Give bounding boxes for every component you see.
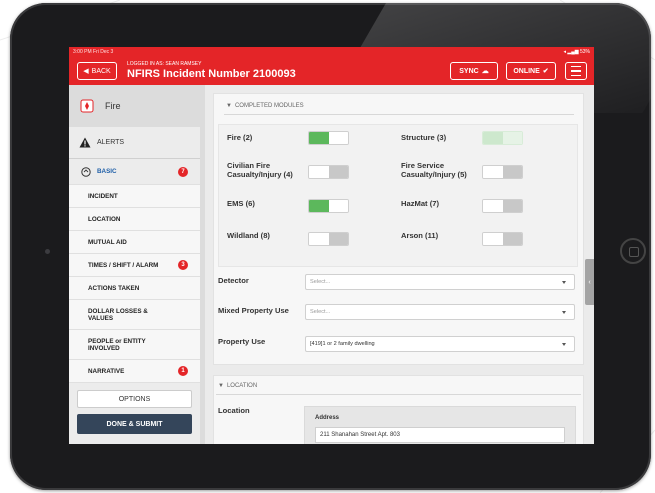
alerts-label: ALERTS <box>97 139 125 146</box>
address-label: Address <box>315 415 340 421</box>
camera <box>45 249 50 254</box>
logged-in-user: LOGGED IN AS: SEAN RAMSEY <box>127 61 202 67</box>
status-indicators: ◂ ▂▄▆ 53% <box>563 49 590 55</box>
detector-label: Detector <box>218 276 249 285</box>
app-header: 3:00 PM Fri Dec 3 ◂ ▂▄▆ 53% ◀ BACK LOGGE… <box>69 47 594 85</box>
side-panel-handle[interactable]: ‹ <box>585 259 594 305</box>
check-icon: ✔ <box>542 68 549 75</box>
toggle-fire-service-casualty[interactable] <box>482 165 523 179</box>
sidebar-item-alerts[interactable]: ALERTS <box>69 127 200 159</box>
sidebar-nav: BASIC 7 INCIDENT LOCATION MUTUAL AID TIM… <box>69 159 200 383</box>
sidebar-item-label: MUTUAL AID <box>88 238 127 246</box>
section-divider <box>216 394 581 395</box>
sync-label: SYNC <box>459 67 479 75</box>
detector-placeholder: Select... <box>310 279 331 285</box>
toggle-arson[interactable] <box>482 232 523 246</box>
app-screen: 3:00 PM Fri Dec 3 ◂ ▂▄▆ 53% ◀ BACK LOGGE… <box>69 47 594 444</box>
property-use-select[interactable]: [419]1 or 2 family dwelling <box>305 336 575 352</box>
completed-modules-title: COMPLETED MODULES <box>234 103 304 109</box>
chevron-down-icon <box>562 343 566 346</box>
modules-card: ▼ COMPLETED MODULES Fire (2) Structure (… <box>213 93 584 365</box>
done-submit-button[interactable]: DONE & SUBMIT <box>77 414 192 434</box>
address-box: Address 211 Shanahan Street Apt. 803 <box>304 406 576 444</box>
completed-modules-header[interactable]: ▼ COMPLETED MODULES <box>226 103 304 109</box>
module-label-hazmat: HazMat (7) <box>401 199 439 208</box>
module-label-civilian-casualty: Civilian Fire Casualty/Injury (4) <box>227 161 293 179</box>
section-divider <box>224 114 574 115</box>
warning-icon <box>79 137 91 148</box>
module-name: Fire <box>105 101 121 111</box>
basic-label: BASIC <box>97 168 117 175</box>
mixed-property-select[interactable]: Select... <box>305 304 575 320</box>
collapse-triangle-icon: ▼ <box>218 383 224 389</box>
sidebar-item-times-shift-alarm[interactable]: TIMES / SHIFT / ALARM 3 <box>69 254 200 277</box>
toggle-civilian-casualty[interactable] <box>308 165 349 179</box>
sidebar-item-label: PEOPLE or ENTITY INVOLVED <box>88 337 146 352</box>
sidebar-item-label: ACTIONS TAKEN <box>88 284 140 292</box>
collapse-triangle-icon: ▼ <box>226 103 232 109</box>
chevron-left-icon: ‹ <box>588 278 591 286</box>
toggle-ems[interactable] <box>308 199 349 213</box>
main-content: ▼ COMPLETED MODULES Fire (2) Structure (… <box>200 85 594 444</box>
times-badge: 3 <box>178 260 188 270</box>
location-section-title: LOCATION <box>226 383 258 389</box>
toggle-structure[interactable] <box>482 131 523 145</box>
module-label-structure: Structure (3) <box>401 133 447 142</box>
sidebar-item-mutual-aid[interactable]: MUTUAL AID <box>69 231 200 254</box>
sidebar-item-actions-taken[interactable]: ACTIONS TAKEN <box>69 277 200 300</box>
hamburger-icon <box>571 64 581 78</box>
sidebar-item-label: NARRATIVE <box>88 367 125 375</box>
toggle-wildland[interactable] <box>308 232 349 246</box>
sidebar-item-dollar-losses[interactable]: DOLLAR LOSSES & VALUES <box>69 300 200 330</box>
sidebar-item-label: TIMES / SHIFT / ALARM <box>88 261 159 269</box>
sidebar-item-location[interactable]: LOCATION <box>69 208 200 231</box>
location-section-header[interactable]: ▼ LOCATION <box>218 383 257 389</box>
page-title: NFIRS Incident Number 2100093 <box>127 68 296 80</box>
module-label-fire: Fire (2) <box>227 133 253 142</box>
sidebar-item-label: DOLLAR LOSSES & VALUES <box>88 307 148 322</box>
sidebar-item-label: INCIDENT <box>88 192 118 200</box>
sidebar-item-incident[interactable]: INCIDENT <box>69 185 200 208</box>
mixed-property-placeholder: Select... <box>310 309 331 315</box>
module-label-ems: EMS (6) <box>227 199 255 208</box>
narrative-badge: 1 <box>178 366 188 376</box>
property-use-label: Property Use <box>218 337 266 346</box>
pane-divider <box>200 85 205 444</box>
chevron-down-icon <box>562 281 566 284</box>
toggle-hazmat[interactable] <box>482 199 523 213</box>
module-label-fire-service-casualty: Fire Service Casualty/Injury (5) <box>401 161 467 179</box>
basic-section-icon <box>81 166 91 177</box>
toggle-fire[interactable] <box>308 131 349 145</box>
mixed-property-label: Mixed Property Use <box>218 306 289 315</box>
location-label: Location <box>218 406 250 415</box>
sidebar-item-narrative[interactable]: NARRATIVE 1 <box>69 360 200 383</box>
home-button[interactable] <box>620 238 646 264</box>
sync-button[interactable]: SYNC ☁ <box>450 62 498 80</box>
online-button[interactable]: ONLINE ✔ <box>506 62 556 80</box>
module-label-wildland: Wildland (8) <box>227 231 270 240</box>
menu-button[interactable] <box>565 62 587 80</box>
chevron-down-icon <box>562 311 566 314</box>
sidebar-item-people-involved[interactable]: PEOPLE or ENTITY INVOLVED <box>69 330 200 360</box>
back-button[interactable]: ◀ BACK <box>77 62 117 80</box>
address-input[interactable]: 211 Shanahan Street Apt. 803 <box>315 427 565 443</box>
sidebar-item-label: LOCATION <box>88 215 121 223</box>
sidebar-item-basic[interactable]: BASIC 7 <box>69 159 200 185</box>
back-label: BACK <box>91 67 111 75</box>
module-label-arson: Arson (11) <box>401 231 439 240</box>
online-label: ONLINE <box>513 67 540 75</box>
back-arrow-icon: ◀ <box>83 68 89 75</box>
options-button[interactable]: OPTIONS <box>77 390 192 408</box>
property-use-value: [419]1 or 2 family dwelling <box>310 341 375 347</box>
location-card: ▼ LOCATION Location Address 211 Shanahan… <box>213 375 584 444</box>
module-header: Fire <box>69 85 200 127</box>
detector-select[interactable]: Select... <box>305 274 575 290</box>
sidebar: Fire ALERTS BASIC 7 INCIDENT LOCATION MU… <box>69 85 200 444</box>
status-time: 3:00 PM Fri Dec 3 <box>73 49 114 55</box>
cloud-upload-icon: ☁ <box>481 68 489 75</box>
fire-truck-icon <box>80 99 94 113</box>
basic-badge: 7 <box>178 166 188 177</box>
modules-grid: Fire (2) Structure (3) Civilian Fire Cas… <box>218 124 578 267</box>
